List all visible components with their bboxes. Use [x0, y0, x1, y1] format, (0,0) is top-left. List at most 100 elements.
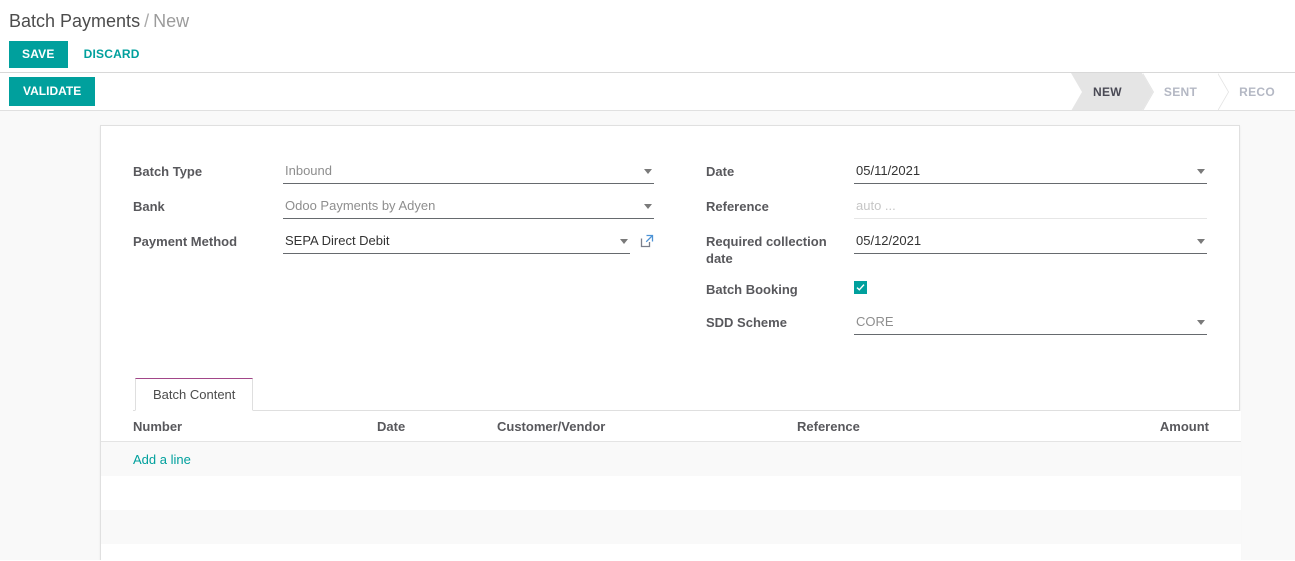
column-header-customer-vendor[interactable]: Customer/Vendor [491, 411, 791, 442]
field-bank-label: Bank [133, 199, 165, 214]
column-header-amount[interactable]: Amount [1091, 411, 1241, 442]
empty-cell [1091, 510, 1241, 544]
empty-cell [1091, 442, 1241, 477]
notebook-tabs: Batch Content [133, 378, 1239, 411]
empty-cell [371, 442, 491, 477]
field-bank-value-wrap: Odoo Payments by Adyen [283, 193, 654, 219]
empty-cell [791, 510, 1091, 544]
chevron-down-icon [644, 203, 652, 209]
statusbar-states: NEW SENT RECO [1071, 73, 1295, 110]
empty-cell [101, 510, 371, 544]
empty-cell [371, 476, 491, 510]
field-required-collection-date: Required collection date 05/12/2021 [706, 228, 1207, 267]
reference-input[interactable]: auto ... [854, 193, 1207, 219]
status-state-new-label: NEW [1093, 84, 1122, 99]
empty-cell [371, 510, 491, 544]
field-batch-booking: Batch Booking [706, 276, 1207, 300]
list-header-row: Number Date Customer/Vendor Reference Am… [101, 411, 1241, 442]
field-reference: Reference auto ... [706, 193, 1207, 219]
field-bank: Bank Odoo Payments by Adyen [133, 193, 654, 219]
validate-button[interactable]: VALIDATE [9, 77, 96, 106]
field-sdd-scheme-value-wrap: CORE [854, 309, 1207, 335]
field-reference-label: Reference [706, 199, 769, 214]
chevron-down-icon [620, 238, 628, 244]
state-edge-icon [1218, 73, 1230, 110]
state-edge-icon [1142, 73, 1154, 110]
empty-cell [1091, 476, 1241, 510]
breadcrumb-separator: / [144, 11, 150, 31]
discard-button[interactable]: DISCARD [74, 41, 150, 68]
field-payment-method: Payment Method SEPA Direct Debit [133, 228, 654, 254]
column-header-date[interactable]: Date [371, 411, 491, 442]
field-date-value-wrap: 05/11/2021 [854, 158, 1207, 184]
payment-method-value: SEPA Direct Debit [285, 233, 390, 248]
control-panel-buttons: SAVE DISCARD [0, 33, 1295, 68]
column-header-number[interactable]: Number [101, 411, 371, 442]
notebook: Batch Content Number Date Customer/Vendo… [101, 378, 1241, 560]
empty-cell [791, 442, 1091, 477]
save-button[interactable]: SAVE [9, 41, 68, 68]
bank-value: Odoo Payments by Adyen [285, 198, 436, 213]
check-icon [856, 284, 865, 291]
field-group-left: Batch Type Inbound Bank Odoo Payments by… [133, 158, 670, 344]
external-link-icon[interactable] [640, 234, 654, 248]
empty-row [101, 544, 1241, 560]
empty-cell [491, 544, 791, 560]
bank-select[interactable]: Odoo Payments by Adyen [283, 193, 654, 219]
field-batch-type-label: Batch Type [133, 164, 203, 179]
empty-cell [101, 476, 371, 510]
add-a-line-link[interactable]: Add a line [133, 452, 191, 467]
breadcrumb-parent-batch-payments[interactable]: Batch Payments [9, 11, 140, 31]
field-payment-method-value-wrap: SEPA Direct Debit [283, 228, 654, 254]
empty-cell [1091, 544, 1241, 560]
sdd-scheme-value: CORE [856, 314, 894, 329]
breadcrumb: Batch Payments / New [0, 0, 1295, 33]
empty-cell [491, 442, 791, 477]
sdd-scheme-select[interactable]: CORE [854, 309, 1207, 335]
field-date-label: Date [706, 164, 735, 179]
field-reference-value-wrap: auto ... [854, 193, 1207, 219]
empty-row [101, 476, 1241, 510]
chevron-down-icon [644, 168, 652, 174]
date-input[interactable]: 05/11/2021 [854, 158, 1207, 184]
breadcrumb-current-new: New [153, 11, 190, 31]
date-value: 05/11/2021 [856, 163, 921, 178]
form-view: Batch Type Inbound Bank Odoo Payments by… [0, 111, 1295, 560]
statusbar: VALIDATE NEW SENT RECO [0, 73, 1295, 111]
payment-method-select[interactable]: SEPA Direct Debit [283, 228, 630, 254]
field-payment-method-label: Payment Method [133, 234, 238, 249]
batch-booking-checkbox[interactable] [854, 281, 867, 294]
empty-row [101, 510, 1241, 544]
statusbar-actions: VALIDATE [4, 77, 96, 106]
batch-content-list: Number Date Customer/Vendor Reference Am… [101, 411, 1241, 560]
empty-cell [491, 510, 791, 544]
empty-cell [491, 476, 791, 510]
required-collection-date-value: 05/12/2021 [856, 233, 922, 248]
field-batch-booking-label: Batch Booking [706, 282, 798, 297]
chevron-down-icon [1197, 238, 1205, 244]
status-state-new[interactable]: NEW [1071, 73, 1154, 110]
status-state-reconciled-label: RECO [1239, 84, 1275, 99]
column-header-reference[interactable]: Reference [791, 411, 1091, 442]
field-sdd-scheme: SDD Scheme CORE [706, 309, 1207, 335]
empty-cell [371, 544, 491, 560]
control-panel: Batch Payments / New SAVE DISCARD [0, 0, 1295, 73]
field-batch-booking-value-wrap [854, 276, 1207, 295]
field-required-collection-date-value-wrap: 05/12/2021 [854, 228, 1207, 254]
field-batch-type: Batch Type Inbound [133, 158, 654, 184]
field-groups: Batch Type Inbound Bank Odoo Payments by… [101, 148, 1239, 344]
required-collection-date-input[interactable]: 05/12/2021 [854, 228, 1207, 254]
status-state-sent-label: SENT [1163, 84, 1198, 99]
empty-cell [791, 544, 1091, 560]
batch-type-select[interactable]: Inbound [283, 158, 654, 184]
chevron-down-icon [1197, 168, 1205, 174]
list-header: Number Date Customer/Vendor Reference Am… [101, 411, 1241, 442]
empty-cell [791, 476, 1091, 510]
form-sheet: Batch Type Inbound Bank Odoo Payments by… [100, 125, 1241, 560]
empty-cell [101, 544, 371, 560]
add-a-line-row[interactable]: Add a line [101, 441, 1241, 477]
field-batch-type-value-wrap: Inbound [283, 158, 654, 184]
field-date: Date 05/11/2021 [706, 158, 1207, 184]
tab-batch-content[interactable]: Batch Content [135, 378, 254, 411]
chevron-down-icon [1197, 319, 1205, 325]
